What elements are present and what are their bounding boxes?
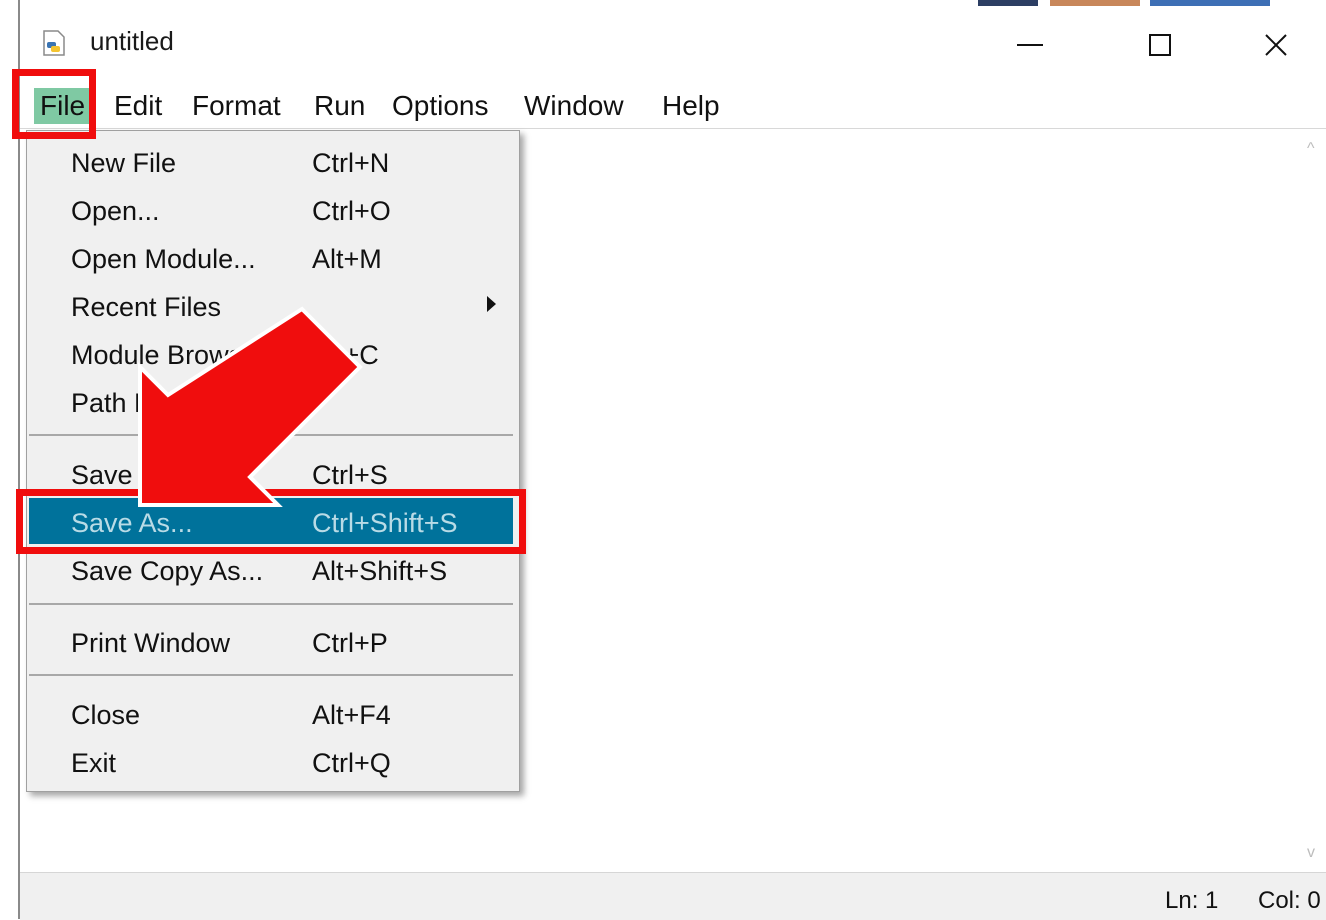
menu-item-open-module[interactable]: Open Module... Alt+M <box>27 234 519 280</box>
title-bar: untitled <box>20 8 1326 80</box>
menu-item-shortcut: Ctrl+S <box>312 460 388 490</box>
menu-separator <box>29 674 513 676</box>
menu-item-open[interactable]: Open... Ctrl+O <box>27 186 519 232</box>
menu-item-label: Close <box>71 700 141 730</box>
window-title: untitled <box>90 26 174 56</box>
menu-help[interactable]: Help <box>656 88 726 124</box>
scroll-up-icon[interactable]: ^ <box>1307 140 1315 158</box>
minimize-icon <box>1017 44 1043 46</box>
maximize-icon <box>1149 34 1171 56</box>
menu-run[interactable]: Run <box>308 88 371 124</box>
maximize-button[interactable] <box>1130 20 1190 70</box>
background-window-fragment <box>978 0 1038 6</box>
status-bar: Ln: 1 Col: 0 <box>20 872 1326 920</box>
vertical-scrollbar[interactable]: ^ v <box>1302 130 1326 872</box>
minimize-button[interactable] <box>1000 20 1060 70</box>
menu-item-shortcut: Ctrl+Q <box>312 748 391 778</box>
menu-item-shortcut: Alt+M <box>312 244 382 274</box>
menu-item-shortcut: Alt+Shift+S <box>312 556 448 586</box>
menu-separator <box>29 434 513 436</box>
column-number: Col: 0 <box>1258 887 1321 914</box>
menu-item-label: Recent Files <box>71 292 222 322</box>
submenu-arrow-icon <box>487 296 496 312</box>
menu-item-label: Save <box>71 460 133 490</box>
menu-item-recent-files[interactable]: Recent Files <box>27 282 519 328</box>
menu-item-label: Path Browser <box>71 388 234 418</box>
python-idle-icon <box>43 30 65 56</box>
menu-item-print-window[interactable]: Print Window Ctrl+P <box>27 618 519 664</box>
file-dropdown-menu: New File Ctrl+N Open... Ctrl+O Open Modu… <box>26 130 520 792</box>
menu-item-path-browser[interactable]: Path Browser <box>27 378 519 424</box>
menu-options[interactable]: Options <box>386 88 495 124</box>
menu-window[interactable]: Window <box>518 88 630 124</box>
menu-item-label: Save Copy As... <box>71 556 264 586</box>
menu-item-shortcut: Ctrl+N <box>312 148 390 178</box>
menu-item-label: Print Window <box>71 628 231 658</box>
menu-item-label: Exit <box>71 748 117 778</box>
menu-item-shortcut: Alt+F4 <box>312 700 391 730</box>
annotation-highlight-save-as <box>16 489 526 554</box>
menu-item-new-file[interactable]: New File Ctrl+N <box>27 138 519 184</box>
menu-item-exit[interactable]: Exit Ctrl+Q <box>27 738 519 784</box>
close-button[interactable] <box>1246 20 1306 70</box>
line-number: Ln: 1 <box>1165 887 1219 914</box>
menu-item-shortcut: Ctrl+P <box>312 628 388 658</box>
menu-edit[interactable]: Edit <box>108 88 168 124</box>
menu-item-module-browser[interactable]: Module Browser Alt+C <box>27 330 519 376</box>
menu-item-label: Open Module... <box>71 244 256 274</box>
close-icon <box>1265 34 1287 56</box>
menu-separator <box>29 603 513 605</box>
background-window-fragment <box>1050 0 1140 6</box>
menu-item-label: New File <box>71 148 177 178</box>
background-window-fragment <box>1150 0 1270 6</box>
annotation-highlight-file <box>12 69 96 139</box>
scroll-down-icon[interactable]: v <box>1307 844 1315 862</box>
menu-item-shortcut: Alt+C <box>312 340 379 370</box>
menu-item-label: Module Browser <box>71 340 267 370</box>
menu-item-label: Open... <box>71 196 160 226</box>
menu-format[interactable]: Format <box>186 88 287 124</box>
menu-item-close[interactable]: Close Alt+F4 <box>27 690 519 736</box>
menu-bar: File Edit Format Run Options Window Help <box>20 80 1326 129</box>
menu-item-shortcut: Ctrl+O <box>312 196 391 226</box>
